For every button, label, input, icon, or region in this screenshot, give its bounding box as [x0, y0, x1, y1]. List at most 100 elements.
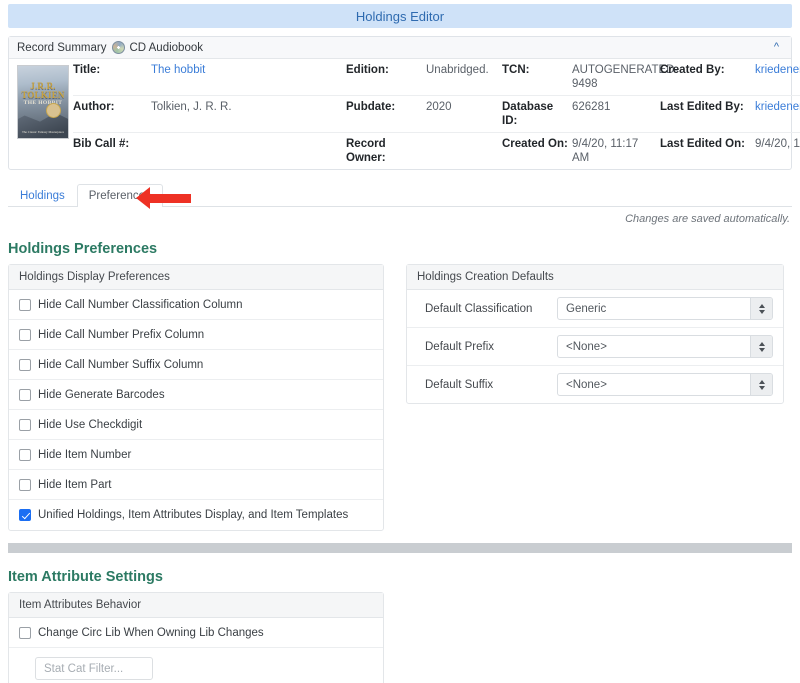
stat-cat-filter-input[interactable]: Stat Cat Filter...	[35, 657, 153, 680]
select-default-prefix[interactable]: <None>	[557, 335, 773, 358]
checkbox-hide-item-number[interactable]	[19, 448, 31, 461]
row-default-classification: Default Classification Generic	[407, 290, 783, 328]
section-divider	[8, 543, 792, 553]
select-value: <None>	[566, 340, 607, 353]
spinner-updown-icon[interactable]	[750, 298, 772, 319]
row-default-suffix: Default Suffix <None>	[407, 366, 783, 403]
select-value: Generic	[566, 302, 607, 315]
field-label-record-owner: Record Owner:	[346, 138, 386, 164]
cover-author-text: J.R.R. TOLKIEN	[21, 81, 65, 100]
field-value-last-edited-on: 9/4/20, 11:18 AM	[755, 138, 800, 150]
field-value-pubdate: 2020	[426, 101, 452, 113]
record-summary-fields: Title: The hobbit Edition: Unabridged. T…	[73, 59, 800, 169]
record-row: Title: The hobbit Edition: Unabridged. T…	[73, 59, 800, 96]
page-title-banner: Holdings Editor	[8, 4, 792, 28]
field-label-author: Author:	[73, 101, 115, 113]
field-label-created-by: Created By:	[660, 64, 725, 76]
checkbox-row-hide-item-number[interactable]: Hide Item Number	[9, 440, 383, 470]
checkbox-label: Hide Call Number Classification Column	[38, 298, 243, 311]
cover-art-rock	[18, 112, 68, 138]
autosave-note: Changes are saved automatically.	[625, 213, 790, 225]
cover-title-text: THE HOBBIT	[23, 100, 63, 106]
cover-image-wrapper: J.R.R. TOLKIEN THE HOBBIT The Classic Fa…	[9, 59, 73, 169]
tab-holdings[interactable]: Holdings	[8, 184, 77, 207]
item-attribute-columns: Item Attributes Behavior Change Circ Lib…	[8, 592, 792, 683]
field-value-last-edited-by[interactable]: kriedener	[755, 100, 800, 114]
checkbox-label: Hide Call Number Prefix Column	[38, 328, 205, 341]
field-value-database-id: 626281	[572, 101, 611, 113]
record-summary-label: Record Summary	[17, 41, 107, 54]
checkbox-hide-call-number-suffix[interactable]	[19, 358, 31, 371]
checkbox-label: Hide Generate Barcodes	[38, 388, 165, 401]
field-value-edition: Unabridged.	[426, 64, 489, 76]
item-attribute-settings-heading: Item Attribute Settings	[8, 569, 163, 585]
select-default-classification[interactable]: Generic	[557, 297, 773, 320]
holdings-creation-defaults-header: Holdings Creation Defaults	[407, 265, 783, 290]
field-label-last-edited-on: Last Edited On:	[660, 138, 745, 150]
cover-medal-icon	[46, 103, 61, 118]
checkbox-hide-use-checkdigit[interactable]	[19, 418, 31, 431]
label-default-prefix: Default Prefix	[425, 340, 495, 353]
checkbox-unified-holdings[interactable]	[19, 509, 31, 521]
field-label-last-edited-by: Last Edited By:	[660, 101, 744, 113]
preferences-columns: Holdings Display Preferences Hide Call N…	[8, 264, 792, 531]
checkbox-change-circ-lib[interactable]	[19, 626, 31, 639]
checkbox-row-hide-item-part[interactable]: Hide Item Part	[9, 470, 383, 500]
checkbox-row-hide-call-number-prefix[interactable]: Hide Call Number Prefix Column	[9, 320, 383, 350]
field-label-edition: Edition:	[346, 64, 389, 76]
item-attributes-behavior-panel: Item Attributes Behavior Change Circ Lib…	[8, 592, 384, 683]
field-value-created-on: 9/4/20, 11:17 AM	[572, 138, 639, 164]
select-value: <None>	[566, 378, 607, 391]
holdings-creation-defaults-panel: Holdings Creation Defaults Default Class…	[406, 264, 784, 404]
field-block-stat-cat-filter: Stat Cat Filter... Default Stat Cat Libr…	[9, 648, 383, 683]
checkbox-row-hide-use-checkdigit[interactable]: Hide Use Checkdigit	[9, 410, 383, 440]
field-label-database-id: Database ID:	[502, 101, 554, 127]
field-label-tcn: TCN:	[502, 64, 530, 76]
checkbox-row-hide-generate-barcodes[interactable]: Hide Generate Barcodes	[9, 380, 383, 410]
spinner-updown-icon[interactable]	[750, 336, 772, 357]
item-attributes-behavior-header: Item Attributes Behavior	[9, 593, 383, 618]
row-default-prefix: Default Prefix <None>	[407, 328, 783, 366]
record-format-label: CD Audiobook	[129, 41, 203, 54]
checkbox-label: Hide Use Checkdigit	[38, 418, 143, 431]
checkbox-label: Change Circ Lib When Owning Lib Changes	[38, 626, 264, 639]
cover-footer-text: The Classic Fantasy Masterpiece	[21, 130, 65, 134]
checkbox-row-unified-holdings[interactable]: Unified Holdings, Item Attributes Displa…	[9, 500, 383, 530]
holdings-preferences-heading: Holdings Preferences	[8, 241, 158, 257]
select-default-suffix[interactable]: <None>	[557, 373, 773, 396]
checkbox-hide-call-number-prefix[interactable]	[19, 328, 31, 341]
checkbox-label: Unified Holdings, Item Attributes Displa…	[38, 509, 349, 521]
checkbox-label: Hide Item Part	[38, 478, 112, 491]
record-summary-body: J.R.R. TOLKIEN THE HOBBIT The Classic Fa…	[9, 59, 800, 169]
checkbox-hide-generate-barcodes[interactable]	[19, 388, 31, 401]
checkbox-hide-item-part[interactable]	[19, 478, 31, 491]
checkbox-row-change-circ-lib[interactable]: Change Circ Lib When Owning Lib Changes	[9, 618, 383, 648]
checkbox-row-hide-call-number-suffix[interactable]: Hide Call Number Suffix Column	[9, 350, 383, 380]
tab-preferences[interactable]: Preferences	[76, 184, 163, 207]
record-row: Author: Tolkien, J. R. R. Pubdate: 2020 …	[73, 96, 800, 133]
spinner-updown-icon[interactable]	[750, 374, 772, 395]
field-value-title[interactable]: The hobbit	[151, 63, 346, 77]
field-label-created-on: Created On:	[502, 138, 568, 150]
checkbox-hide-call-number-classification[interactable]	[19, 298, 31, 311]
checkbox-label: Hide Call Number Suffix Column	[38, 358, 204, 371]
book-cover-image: J.R.R. TOLKIEN THE HOBBIT The Classic Fa…	[17, 65, 69, 139]
checkbox-label: Hide Item Number	[38, 448, 132, 461]
field-label-bib-call: Bib Call #:	[73, 138, 130, 150]
cd-disc-icon	[112, 41, 126, 54]
field-value-tcn: AUTOGENERATED-9498	[572, 64, 679, 90]
field-label-pubdate: Pubdate:	[346, 101, 396, 113]
label-default-classification: Default Classification	[425, 302, 533, 315]
record-row: Bib Call #: Record Owner: Created On: 9/…	[73, 133, 800, 169]
record-summary-card: Record Summary CD Audiobook ^ J.R.R. TOL…	[8, 36, 800, 170]
chevron-up-icon[interactable]: ^	[770, 42, 783, 53]
holdings-display-preferences-panel: Holdings Display Preferences Hide Call N…	[8, 264, 384, 531]
holdings-display-preferences-header: Holdings Display Preferences	[9, 265, 383, 290]
label-default-suffix: Default Suffix	[425, 378, 494, 391]
field-label-title: Title:	[73, 64, 101, 76]
page-title: Holdings Editor	[355, 8, 445, 24]
field-value-created-by[interactable]: kriedener	[755, 63, 800, 77]
checkbox-row-hide-call-number-classification[interactable]: Hide Call Number Classification Column	[9, 290, 383, 320]
record-summary-header: Record Summary CD Audiobook ^	[9, 37, 791, 59]
field-value-author: Tolkien, J. R. R.	[151, 101, 232, 113]
